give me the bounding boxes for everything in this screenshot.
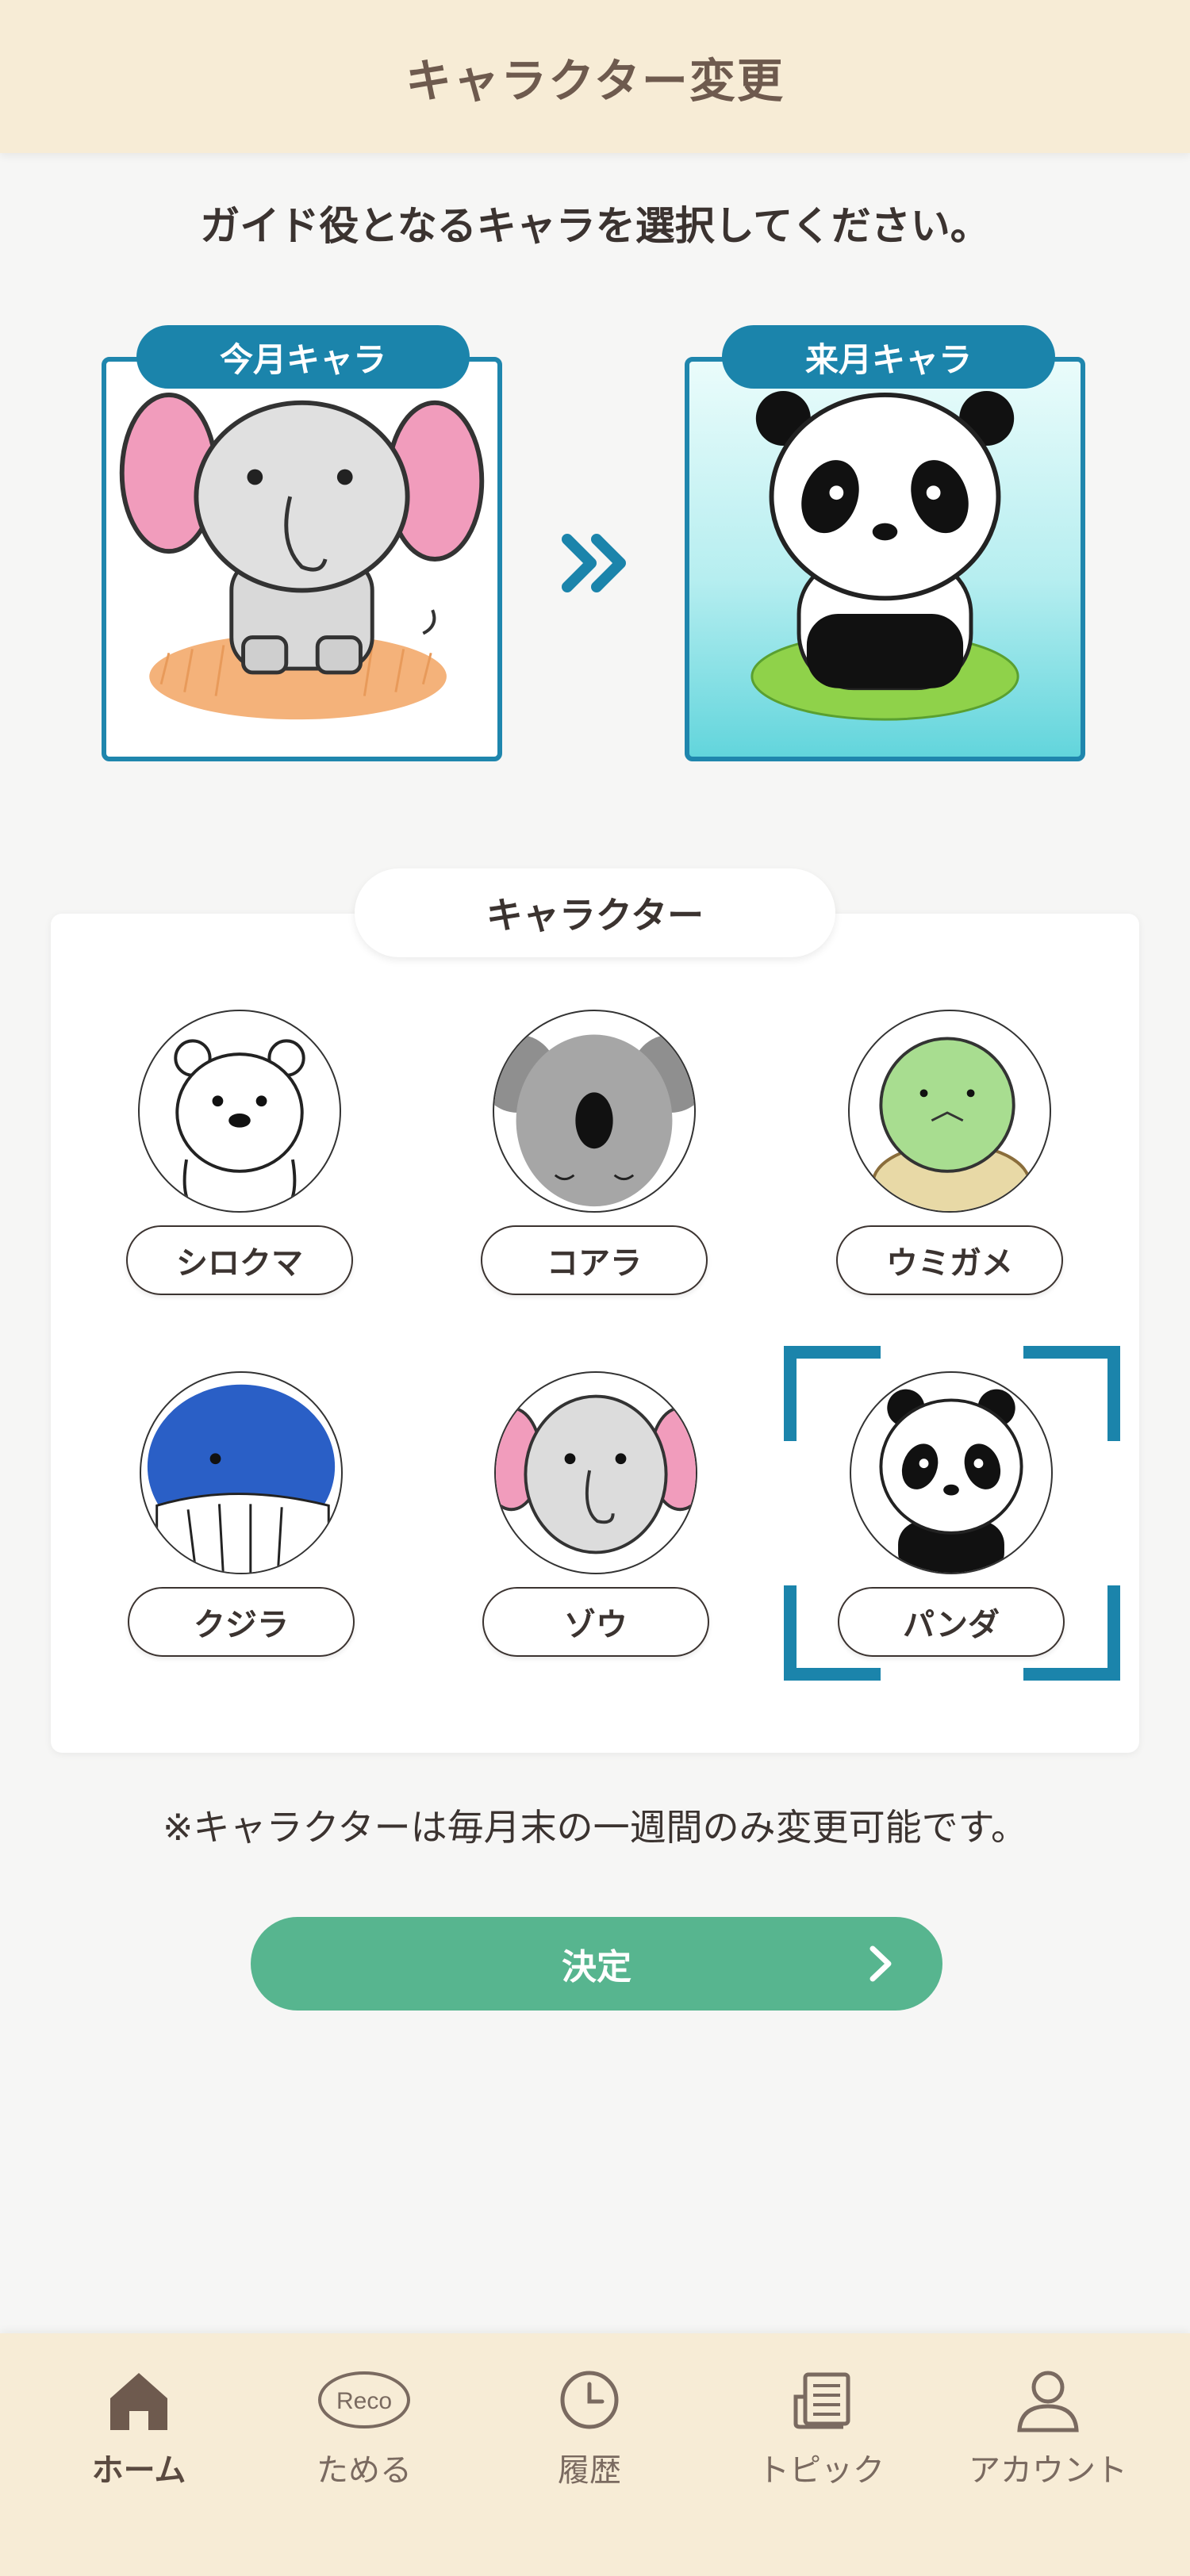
tab-label-topics: トピック	[758, 2452, 885, 2489]
page-title: キャラクター変更	[405, 53, 785, 108]
tab-topics[interactable]: トピック	[708, 2365, 935, 2489]
current-month-badge: 今月キャラ	[136, 325, 470, 389]
change-note: ※キャラクターは毎月末の一週間のみ変更可能です。	[162, 1806, 1028, 1849]
double-chevron-right-icon	[562, 534, 626, 592]
polar-bear-icon	[174, 1039, 305, 1211]
option-sea-turtle[interactable]	[848, 1010, 1051, 1213]
tab-label-home: ホーム	[91, 2452, 186, 2489]
chevron-right-icon	[869, 1945, 892, 1982]
option-label-elephant[interactable]: ゾウ	[482, 1587, 709, 1657]
option-label-sea-turtle[interactable]: ウミガメ	[836, 1225, 1063, 1295]
newspaper-icon	[793, 2372, 850, 2429]
option-koala[interactable]	[493, 1010, 696, 1213]
option-label-polar-bear[interactable]: シロクマ	[126, 1225, 353, 1295]
header-bar: キャラクター変更	[0, 0, 1190, 153]
tab-label-reco: ためる	[317, 2452, 412, 2489]
tab-label-history: 履歴	[558, 2452, 621, 2489]
elephant-illustration	[119, 392, 485, 720]
option-label-whale[interactable]: クジラ	[128, 1587, 355, 1657]
clock-icon	[560, 2371, 619, 2429]
elephant-icon	[496, 1394, 696, 1554]
decide-button-label: 決定	[562, 1947, 631, 1988]
character-panel-title: キャラクター	[355, 868, 835, 957]
reco-icon: Reco	[318, 2371, 410, 2428]
home-icon	[110, 2373, 167, 2430]
reco-icon-text: Reco	[336, 2388, 392, 2414]
next-character-card	[685, 357, 1085, 761]
person-icon	[1017, 2371, 1079, 2432]
tab-history[interactable]: 履歴	[476, 2365, 703, 2489]
current-character-card	[102, 357, 502, 761]
option-whale[interactable]	[140, 1371, 343, 1574]
whale-icon	[147, 1384, 336, 1573]
panda-illustration	[750, 391, 1019, 721]
koala-icon	[494, 1034, 694, 1207]
decide-button[interactable]: 決定	[251, 1917, 942, 2011]
tab-account[interactable]: アカウント	[935, 2365, 1161, 2489]
option-polar-bear[interactable]	[138, 1010, 341, 1213]
next-month-badge: 来月キャラ	[722, 325, 1055, 389]
bottom-tab-bar: ホーム Reco ためる 履歴 トピック アカウント	[0, 2333, 1190, 2576]
tab-home[interactable]: ホーム	[25, 2365, 252, 2489]
instruction-text: ガイド役となるキャラを選択してください。	[200, 203, 990, 249]
option-label-koala[interactable]: コアラ	[481, 1225, 708, 1295]
tab-reco[interactable]: Reco ためる	[251, 2365, 478, 2489]
selection-frame	[784, 1346, 1120, 1681]
option-elephant[interactable]	[494, 1371, 697, 1574]
turtle-icon	[871, 1037, 1031, 1211]
tab-label-account: アカウント	[969, 2452, 1127, 2489]
